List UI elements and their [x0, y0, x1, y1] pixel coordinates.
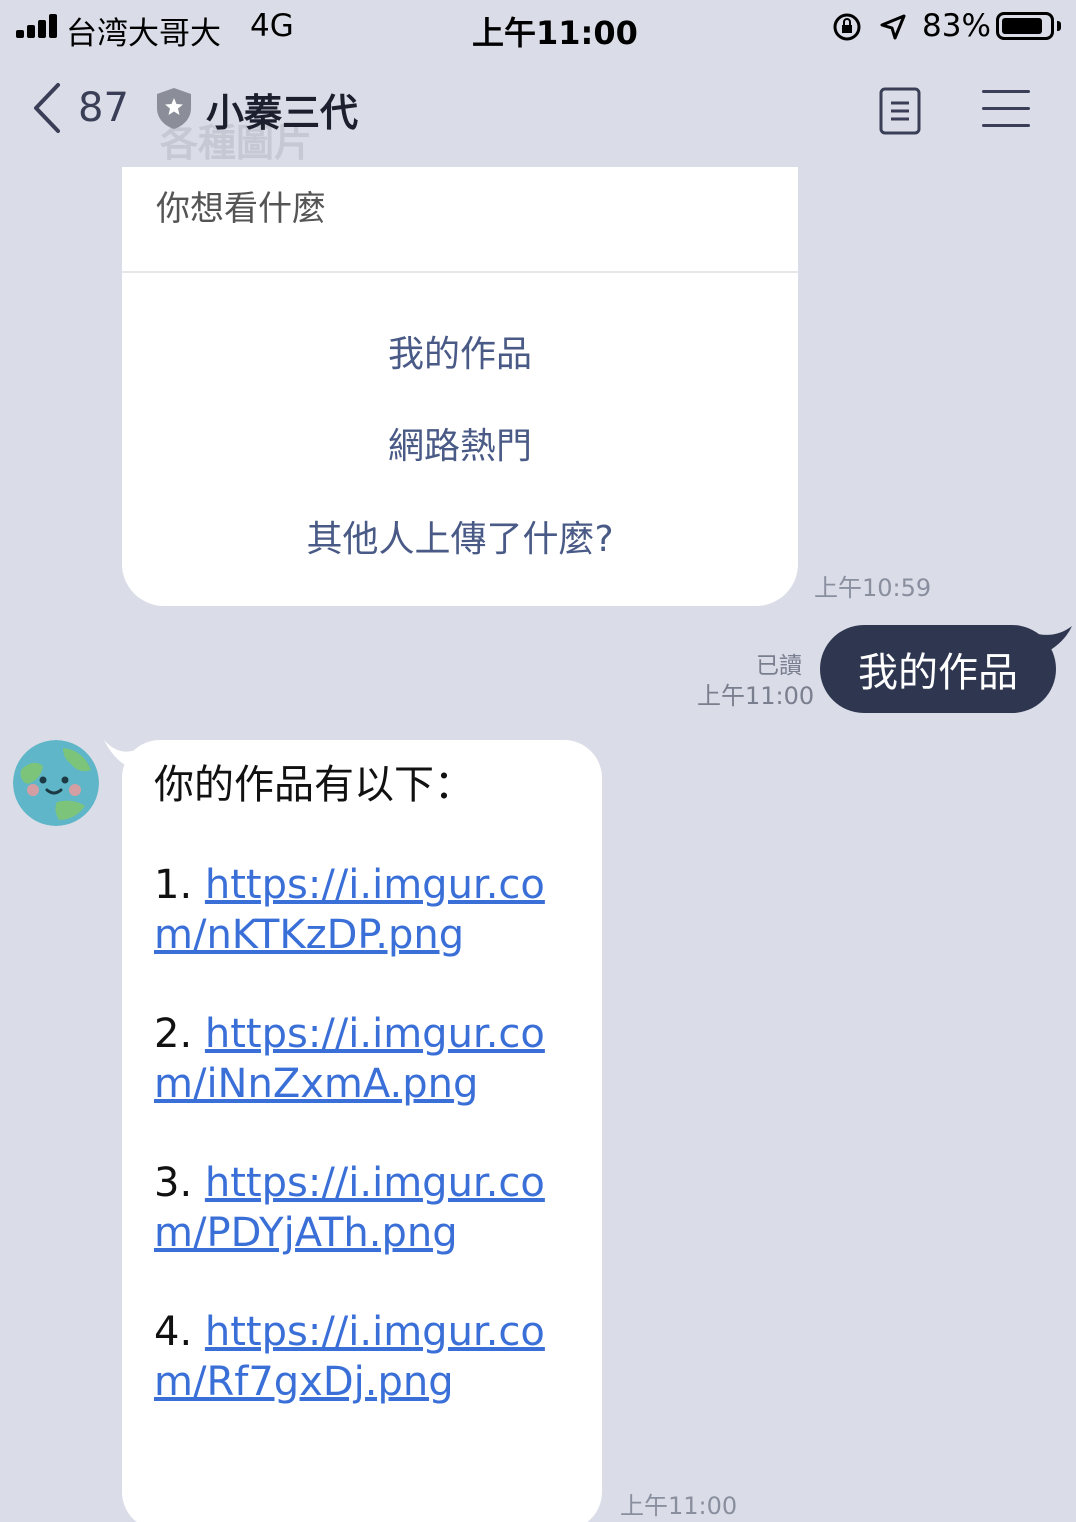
option-trending[interactable]: 網路熱門	[122, 417, 798, 469]
list-item: 3. https://i.imgur.com/PDYjATh.png	[154, 1158, 584, 1258]
card-timestamp: 上午10:59	[814, 574, 932, 602]
battery-percent: 83%	[922, 8, 991, 44]
card-divider	[122, 271, 798, 273]
unread-count: 87	[78, 85, 129, 131]
network-type: 4G	[250, 8, 294, 44]
rotation-lock-icon	[833, 13, 861, 41]
battery-tip	[1057, 21, 1061, 31]
link-number: 1.	[154, 862, 193, 908]
back-chevron-icon	[34, 83, 60, 133]
shield-icon	[157, 88, 191, 129]
image-link[interactable]: https://i.imgur.com/iNnZxmA.png	[154, 1011, 545, 1107]
carrier-name: 台湾大哥大	[66, 16, 221, 52]
signal-icon	[16, 14, 60, 38]
quick-reply-card: 你想看什麼 我的作品 網路熱門 其他人上傳了什麼?	[122, 167, 798, 606]
read-receipt: 已讀	[756, 653, 802, 679]
image-link[interactable]: https://i.imgur.com/PDYjATh.png	[154, 1160, 545, 1256]
notes-icon[interactable]	[878, 86, 922, 136]
link-number: 4.	[154, 1309, 193, 1355]
chat-title: 小蓁三代	[206, 91, 359, 135]
location-icon	[880, 14, 906, 40]
list-item: 2. https://i.imgur.com/iNnZxmA.png	[154, 1009, 584, 1109]
incoming-message: 你的作品有以下： 1. https://i.imgur.com/nKTKzDP.…	[122, 740, 602, 1522]
image-link[interactable]: https://i.imgur.com/Rf7gxDj.png	[154, 1309, 545, 1405]
link-number: 2.	[154, 1011, 193, 1057]
list-item: 1. https://i.imgur.com/nKTKzDP.png	[154, 860, 584, 960]
status-bar: 台湾大哥大 4G 上午11:00 83%	[0, 0, 1076, 56]
battery-icon	[996, 12, 1054, 40]
list-item: 4. https://i.imgur.com/Rf7gxDj.png	[154, 1307, 584, 1407]
link-number: 3.	[154, 1160, 193, 1206]
option-my-works[interactable]: 我的作品	[122, 325, 798, 377]
card-prompt: 你想看什麼	[156, 189, 326, 229]
back-button[interactable]: 87	[28, 78, 129, 138]
outgoing-timestamp: 上午11:00	[697, 682, 815, 710]
message-heading: 你的作品有以下：	[154, 762, 474, 808]
incoming-timestamp: 上午11:00	[620, 1492, 738, 1520]
status-time: 上午11:00	[472, 14, 638, 52]
chat-header: 各種圖片 87 小蓁三代	[0, 56, 1076, 166]
outgoing-message[interactable]: 我的作品	[820, 625, 1056, 713]
image-link[interactable]: https://i.imgur.com/nKTKzDP.png	[154, 862, 545, 958]
menu-icon[interactable]	[982, 90, 1030, 130]
avatar[interactable]	[13, 740, 99, 826]
option-others-uploads[interactable]: 其他人上傳了什麼?	[122, 510, 798, 562]
